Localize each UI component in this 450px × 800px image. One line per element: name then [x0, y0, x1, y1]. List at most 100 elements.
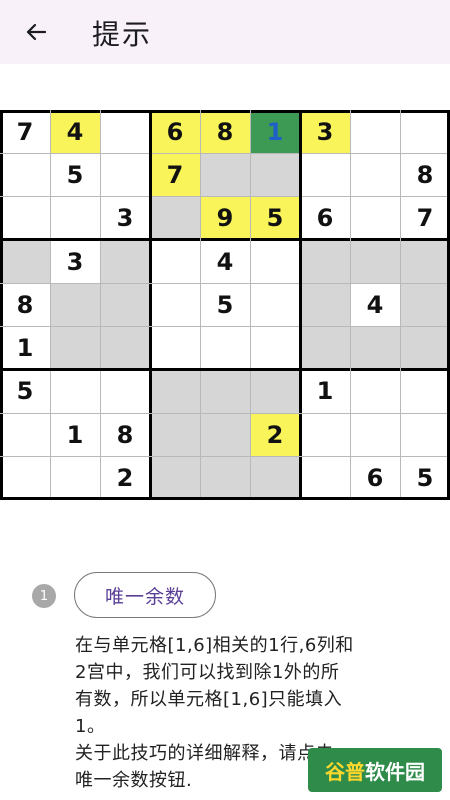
sudoku-cell-r6-c9[interactable] — [400, 326, 450, 370]
sudoku-cell-r8-c4[interactable] — [150, 413, 200, 457]
sudoku-cell-r6-c5[interactable] — [200, 326, 250, 370]
sudoku-cell-r1-c5[interactable]: 8 — [200, 110, 250, 154]
explanation-line: 1。 — [75, 716, 106, 737]
sudoku-cell-r7-c7[interactable]: 1 — [300, 369, 350, 414]
sudoku-cell-r4-c3[interactable] — [100, 239, 150, 284]
sudoku-cell-r9-c8[interactable]: 6 — [350, 456, 400, 500]
sudoku-cell-r2-c9[interactable]: 8 — [400, 153, 450, 197]
sudoku-cell-r2-c2[interactable]: 5 — [50, 153, 100, 197]
sudoku-cell-r9-c4[interactable] — [150, 456, 200, 500]
sudoku-cell-r5-c1[interactable]: 8 — [0, 283, 50, 327]
sudoku-cell-r5-c9[interactable] — [400, 283, 450, 327]
watermark-accent: 谷普 — [325, 759, 365, 784]
sudoku-cell-r2-c3[interactable] — [100, 153, 150, 197]
sudoku-cell-r8-c1[interactable] — [0, 413, 50, 457]
grid-line-vertical — [298, 110, 302, 500]
sudoku-cell-r1-c1[interactable]: 7 — [0, 110, 50, 154]
sudoku-cell-r4-c9[interactable] — [400, 239, 450, 284]
sudoku-cell-r4-c5[interactable]: 4 — [200, 239, 250, 284]
sudoku-cell-r9-c9[interactable]: 5 — [400, 456, 450, 500]
sudoku-cell-r2-c5[interactable] — [200, 153, 250, 197]
sudoku-cell-r8-c8[interactable] — [350, 413, 400, 457]
sudoku-cell-r6-c4[interactable] — [150, 326, 200, 370]
sudoku-cell-r7-c1[interactable]: 5 — [0, 369, 50, 414]
sudoku-cell-r9-c3[interactable]: 2 — [100, 456, 150, 500]
sudoku-cell-r2-c6[interactable] — [250, 153, 300, 197]
grid-line-horizontal — [0, 326, 450, 327]
sudoku-cell-r2-c8[interactable] — [350, 153, 400, 197]
sudoku-cell-r4-c4[interactable] — [150, 239, 200, 284]
sudoku-cell-r2-c1[interactable] — [0, 153, 50, 197]
sudoku-cell-r7-c5[interactable] — [200, 369, 250, 414]
sudoku-cell-r3-c5[interactable]: 9 — [200, 196, 250, 240]
sudoku-cell-r8-c9[interactable] — [400, 413, 450, 457]
grid-line-horizontal — [0, 496, 450, 500]
sudoku-cell-r6-c6[interactable] — [250, 326, 300, 370]
sudoku-cell-r9-c2[interactable] — [50, 456, 100, 500]
sudoku-cell-r7-c6[interactable] — [250, 369, 300, 414]
sudoku-cell-r7-c4[interactable] — [150, 369, 200, 414]
sudoku-cell-r1-c9[interactable] — [400, 110, 450, 154]
grid-line-horizontal — [0, 455, 450, 457]
sudoku-cell-r4-c6[interactable] — [250, 239, 300, 284]
sudoku-cell-r8-c3[interactable]: 8 — [100, 413, 150, 457]
sudoku-cell-r3-c9[interactable]: 7 — [400, 196, 450, 240]
sudoku-cell-r4-c7[interactable] — [300, 239, 350, 284]
sudoku-cell-r1-c4[interactable]: 6 — [150, 110, 200, 154]
sudoku-cell-r7-c8[interactable] — [350, 369, 400, 414]
grid-line-vertical — [49, 110, 51, 500]
sudoku-cell-r1-c7[interactable]: 3 — [300, 110, 350, 154]
sudoku-cell-r9-c1[interactable] — [0, 456, 50, 500]
sudoku-cell-r5-c7[interactable] — [300, 283, 350, 327]
sudoku-cell-r3-c6[interactable]: 5 — [250, 196, 300, 240]
sudoku-cell-r3-c4[interactable] — [150, 196, 200, 240]
sudoku-cell-r6-c8[interactable] — [350, 326, 400, 370]
sudoku-cell-r5-c5[interactable]: 5 — [200, 283, 250, 327]
sudoku-cell-r8-c2[interactable]: 1 — [50, 413, 100, 457]
sudoku-cell-r4-c8[interactable] — [350, 239, 400, 284]
app-bar: 提示 — [0, 0, 450, 64]
sudoku-cell-r7-c9[interactable] — [400, 369, 450, 414]
sudoku-cell-r1-c2[interactable]: 4 — [50, 110, 100, 154]
sudoku-cell-r5-c4[interactable] — [150, 283, 200, 327]
sudoku-cell-r3-c7[interactable]: 6 — [300, 196, 350, 240]
grid-line-horizontal — [0, 238, 450, 242]
sudoku-cell-r4-c2[interactable]: 3 — [50, 239, 100, 284]
sudoku-cell-r5-c6[interactable] — [250, 283, 300, 327]
sudoku-cell-r2-c4[interactable]: 7 — [150, 153, 200, 197]
sudoku-cell-r8-c7[interactable] — [300, 413, 350, 457]
sudoku-cell-r5-c2[interactable] — [50, 283, 100, 327]
sudoku-cell-r9-c6[interactable] — [250, 456, 300, 500]
sudoku-cell-r5-c3[interactable] — [100, 283, 150, 327]
grid-line-vertical — [399, 110, 401, 500]
sudoku-cell-r9-c5[interactable] — [200, 456, 250, 500]
grid-line-horizontal — [0, 368, 450, 372]
sudoku-cell-r5-c8[interactable]: 4 — [350, 283, 400, 327]
sudoku-cell-r4-c1[interactable] — [0, 239, 50, 284]
sudoku-cell-r2-c7[interactable] — [300, 153, 350, 197]
sudoku-cell-r3-c3[interactable]: 3 — [100, 196, 150, 240]
sudoku-cell-r3-c1[interactable] — [0, 196, 50, 240]
sudoku-cell-r3-c2[interactable] — [50, 196, 100, 240]
sudoku-cell-r6-c1[interactable]: 1 — [0, 326, 50, 370]
sudoku-cell-r7-c2[interactable] — [50, 369, 100, 414]
grid-line-horizontal — [0, 282, 450, 284]
sudoku-cell-r8-c6[interactable]: 2 — [250, 413, 300, 457]
grid-line-vertical — [99, 110, 101, 500]
explanation-line: 2宫中，我们可以找到除1外的所 — [75, 662, 340, 683]
sudoku-cell-r9-c7[interactable] — [300, 456, 350, 500]
sudoku-cell-r6-c7[interactable] — [300, 326, 350, 370]
sudoku-cell-r6-c2[interactable] — [50, 326, 100, 370]
back-button[interactable] — [18, 14, 54, 50]
step-number-badge: 1 — [32, 584, 56, 608]
sudoku-cell-r1-c8[interactable] — [350, 110, 400, 154]
sudoku-cell-r6-c3[interactable] — [100, 326, 150, 370]
sudoku-cell-r7-c3[interactable] — [100, 369, 150, 414]
page-title: 提示 — [92, 18, 153, 51]
technique-button[interactable]: 唯一余数 — [74, 572, 216, 618]
sudoku-cell-r8-c5[interactable] — [200, 413, 250, 457]
sudoku-cell-r1-c3[interactable] — [100, 110, 150, 154]
watermark-logo: 谷普 软件园 — [308, 748, 442, 792]
sudoku-cell-r1-c6[interactable]: 1 — [250, 110, 300, 154]
sudoku-cell-r3-c8[interactable] — [350, 196, 400, 240]
